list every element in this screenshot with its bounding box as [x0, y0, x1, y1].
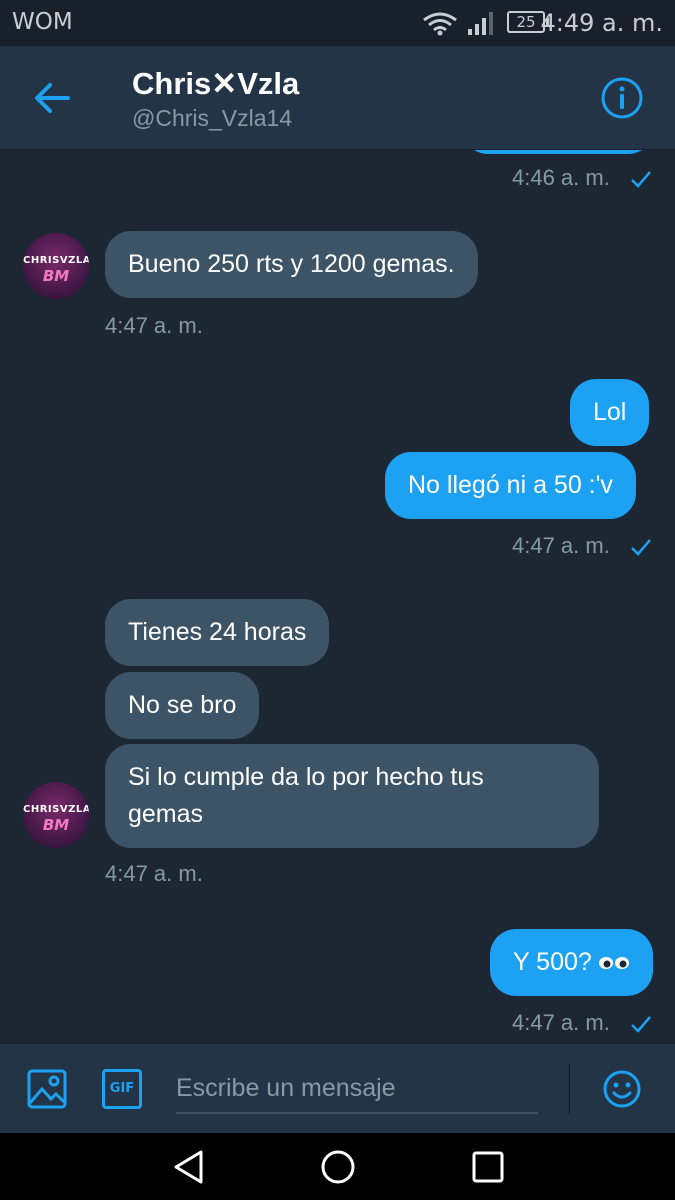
composer-divider [569, 1064, 570, 1114]
read-check-icon [631, 171, 651, 188]
message-timestamp: 4:46 a. m. [512, 165, 610, 190]
system-nav-bar [0, 1133, 675, 1200]
wifi-icon [423, 12, 457, 36]
message-list[interactable]: 4:46 a. m. CHRISVZLA BM Bueno 250 rts y … [0, 150, 675, 1043]
message-bubble-outgoing[interactable]: No llegó ni a 50 :'v [385, 452, 636, 519]
message-input[interactable] [176, 1064, 538, 1114]
message-text-line: Si lo cumple da lo por hecho tus [128, 763, 484, 791]
home-circle-icon[interactable] [319, 1148, 357, 1186]
contact-handle[interactable]: @Chris_Vzla14 [132, 105, 292, 132]
message-text: Y 500? [513, 948, 592, 976]
contact-avatar[interactable]: CHRISVZLA BM [23, 233, 89, 299]
emoji-icon[interactable] [602, 1069, 642, 1109]
message-timestamp: 4:47 a. m. [512, 1010, 610, 1035]
message-timestamp: 4:47 a. m. [105, 861, 203, 886]
message-timestamp: 4:47 a. m. [512, 533, 610, 558]
status-time: 4:49 a. m. [540, 9, 664, 37]
contact-name[interactable]: Chris✕Vzla [132, 66, 299, 102]
contact-avatar[interactable]: CHRISVZLA BM [23, 782, 89, 848]
message-bubble-incoming[interactable]: Si lo cumple da lo por hecho tus gemas [105, 744, 599, 848]
signal-icon [468, 12, 493, 35]
message-bubble-outgoing[interactable]: Lol [570, 379, 650, 446]
read-check-icon [631, 1016, 651, 1033]
message-bubble-incoming[interactable]: Bueno 250 rts y 1200 gemas. [105, 231, 478, 298]
info-icon[interactable] [600, 76, 644, 120]
message-bubble-outgoing[interactable]: Y 500? [490, 929, 653, 996]
battery-icon: 25 [507, 11, 549, 33]
carrier-label: WOM [12, 9, 73, 35]
eyes-emoji-icon [599, 957, 629, 969]
message-bubble-incoming[interactable]: No se bro [105, 672, 260, 739]
recents-square-icon[interactable] [469, 1148, 507, 1186]
conversation-header: Chris✕Vzla @Chris_Vzla14 [0, 46, 675, 150]
message-timestamp: 4:47 a. m. [105, 313, 203, 338]
back-triangle-icon[interactable] [170, 1148, 208, 1186]
back-arrow-icon[interactable] [30, 76, 74, 120]
status-bar: WOM 25 4:49 a. m. [0, 0, 675, 46]
read-check-icon [631, 539, 651, 556]
message-bubble-incoming[interactable]: Tienes 24 horas [105, 599, 330, 666]
gif-button[interactable]: GIF [102, 1069, 142, 1109]
message-bubble-outgoing[interactable] [462, 150, 654, 154]
message-text-line: gemas [128, 800, 204, 828]
image-icon[interactable] [27, 1069, 67, 1109]
message-composer: GIF [0, 1043, 675, 1133]
